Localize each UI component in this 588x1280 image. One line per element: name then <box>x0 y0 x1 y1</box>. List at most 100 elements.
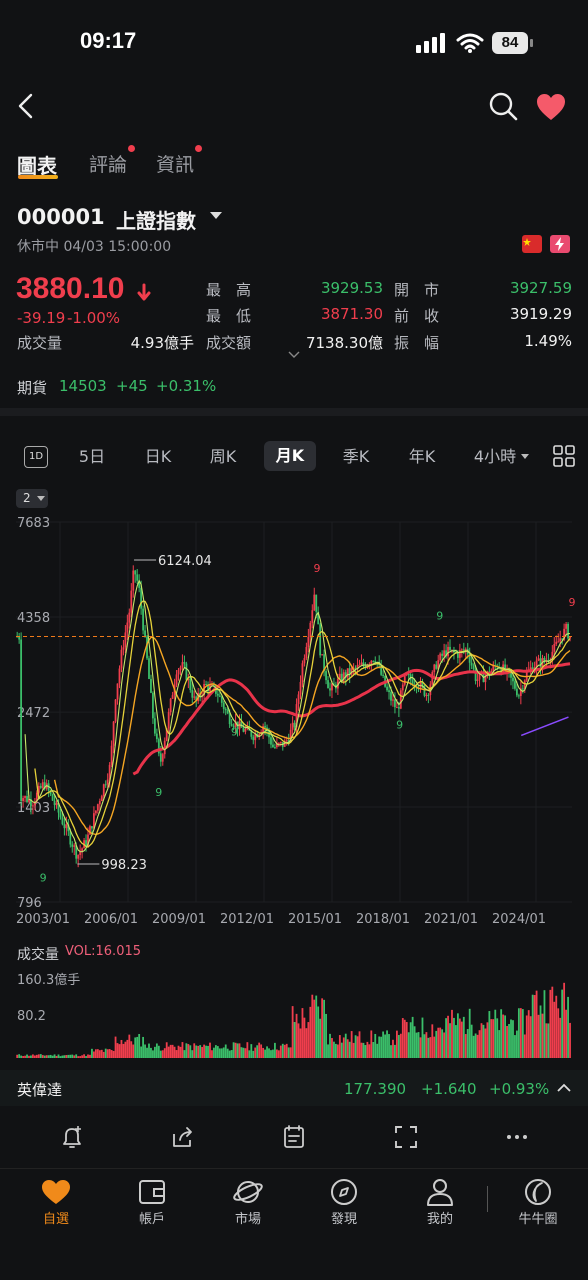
status-time: 09:17 <box>80 28 137 53</box>
period-tab-quarterly[interactable]: 季K <box>336 444 376 470</box>
volume-bar <box>480 1023 483 1058</box>
candle-body <box>175 674 178 685</box>
volume-value: 4.93億手 <box>130 334 194 352</box>
volume-bar <box>517 1008 520 1058</box>
candle-body <box>441 653 444 656</box>
period-tab-weekly[interactable]: 周K <box>203 444 243 470</box>
heart-icon <box>42 1180 70 1204</box>
candle-body <box>293 722 296 728</box>
volume-bar <box>191 1050 194 1058</box>
candle-body <box>392 699 394 701</box>
china-flag-icon <box>522 235 542 253</box>
candle-body <box>132 570 135 591</box>
nav-account[interactable]: 帳戶 <box>112 1176 192 1227</box>
ticker-bar[interactable]: 英偉達 177.390 +1.640 +0.93% <box>0 1070 588 1106</box>
candle-body <box>395 707 398 709</box>
grid-layout-icon[interactable] <box>553 445 575 467</box>
candle-body <box>539 658 542 668</box>
volume-bar <box>69 1054 72 1058</box>
candle-body <box>516 688 518 696</box>
volume-bar <box>175 1050 178 1058</box>
period-tab-yearly[interactable]: 年K <box>402 444 442 470</box>
expand-chevron-icon[interactable] <box>288 351 300 359</box>
section-divider <box>0 408 588 416</box>
volume-bar <box>342 1037 345 1058</box>
td-sequence-label: 9 <box>231 725 238 738</box>
tab-news[interactable]: 資訊 <box>156 150 194 177</box>
fullscreen-icon[interactable] <box>393 1124 419 1150</box>
nav-profile[interactable]: 我的 <box>400 1176 480 1227</box>
volume-bar <box>272 1049 274 1058</box>
volume-bar <box>218 1048 221 1058</box>
search-icon[interactable] <box>488 91 518 121</box>
volume-bar <box>519 1008 522 1058</box>
volume-bar <box>378 1036 381 1058</box>
volume-bar <box>144 1044 146 1058</box>
volume-bar <box>59 1056 62 1058</box>
nav-watchlist[interactable]: 自選 <box>16 1176 96 1227</box>
volume-bar <box>547 1023 550 1058</box>
period-more-caret-icon[interactable] <box>520 453 530 461</box>
tab-comments[interactable]: 評論 <box>89 150 127 177</box>
volume-bar <box>443 1032 446 1058</box>
candle-body <box>120 649 123 669</box>
period-tab-4h[interactable]: 4小時 <box>470 444 520 470</box>
volume-bar <box>254 1047 257 1058</box>
amplitude-value: 1.49% <box>524 332 572 350</box>
candle-body <box>567 623 569 639</box>
dropdown-caret-icon[interactable] <box>209 211 223 221</box>
nav-community[interactable]: 牛牛圈 <box>498 1176 578 1227</box>
alert-bell-icon[interactable] <box>59 1124 85 1150</box>
volume-bar <box>323 999 326 1058</box>
more-icon[interactable] <box>504 1124 530 1150</box>
period-tab-5d[interactable]: 5日 <box>72 444 112 470</box>
candle-body <box>456 652 459 658</box>
volume-bar <box>551 986 554 1058</box>
candle-body <box>358 664 361 666</box>
nav-discover[interactable]: 發現 <box>304 1176 384 1227</box>
volume-bar <box>279 1045 282 1058</box>
nav-market[interactable]: 市場 <box>208 1176 288 1227</box>
volume-bar <box>309 1006 312 1058</box>
candle-body <box>161 754 164 762</box>
candle-body <box>102 784 105 797</box>
volume-label: 成交量 <box>17 334 63 352</box>
volume-bar <box>20 1055 23 1058</box>
ma10-line <box>34 600 571 848</box>
favorite-heart-icon[interactable] <box>536 93 566 121</box>
notes-icon[interactable] <box>281 1124 307 1150</box>
volume-bar <box>392 1039 394 1058</box>
volume-bar <box>33 1055 36 1058</box>
volume-bar <box>516 1030 518 1058</box>
period-tab-monthly[interactable]: 月K <box>264 441 316 471</box>
period-tab-1d[interactable]: 1D <box>24 446 48 468</box>
volume-bar <box>561 989 564 1058</box>
candle-body <box>439 653 442 661</box>
volume-bar <box>502 1014 505 1058</box>
volume-bar <box>73 1055 76 1058</box>
expand-up-chevron-icon[interactable] <box>556 1082 572 1094</box>
stock-name[interactable]: 上證指數 <box>116 205 196 234</box>
candle-body <box>427 694 430 696</box>
volume-bar <box>275 1049 278 1058</box>
last-price: 3880.10 <box>16 272 125 305</box>
period-tab-daily[interactable]: 日K <box>138 444 178 470</box>
candle-body <box>124 632 127 648</box>
volume-chart[interactable]: 160.3億手 80.2 <box>0 965 588 1065</box>
volume-bar <box>478 1030 481 1058</box>
volume-bar <box>370 1030 373 1058</box>
candle-body <box>142 608 144 631</box>
kline-chart[interactable]: 76834358247214037962003/01 2006/01 2009/01… <box>0 510 588 930</box>
candle-body <box>51 794 54 801</box>
volume-bar <box>569 1022 571 1058</box>
volume-bar <box>476 1034 479 1058</box>
share-icon[interactable] <box>170 1124 196 1150</box>
volume-bar <box>108 1049 111 1058</box>
volume-bar <box>100 1049 103 1058</box>
indicator-selector[interactable]: 2 <box>16 489 48 508</box>
candle-body <box>303 658 306 664</box>
volume-bar <box>512 1020 514 1058</box>
nav-divider <box>0 1168 588 1169</box>
candle-body <box>73 845 76 847</box>
back-icon[interactable] <box>14 92 38 120</box>
